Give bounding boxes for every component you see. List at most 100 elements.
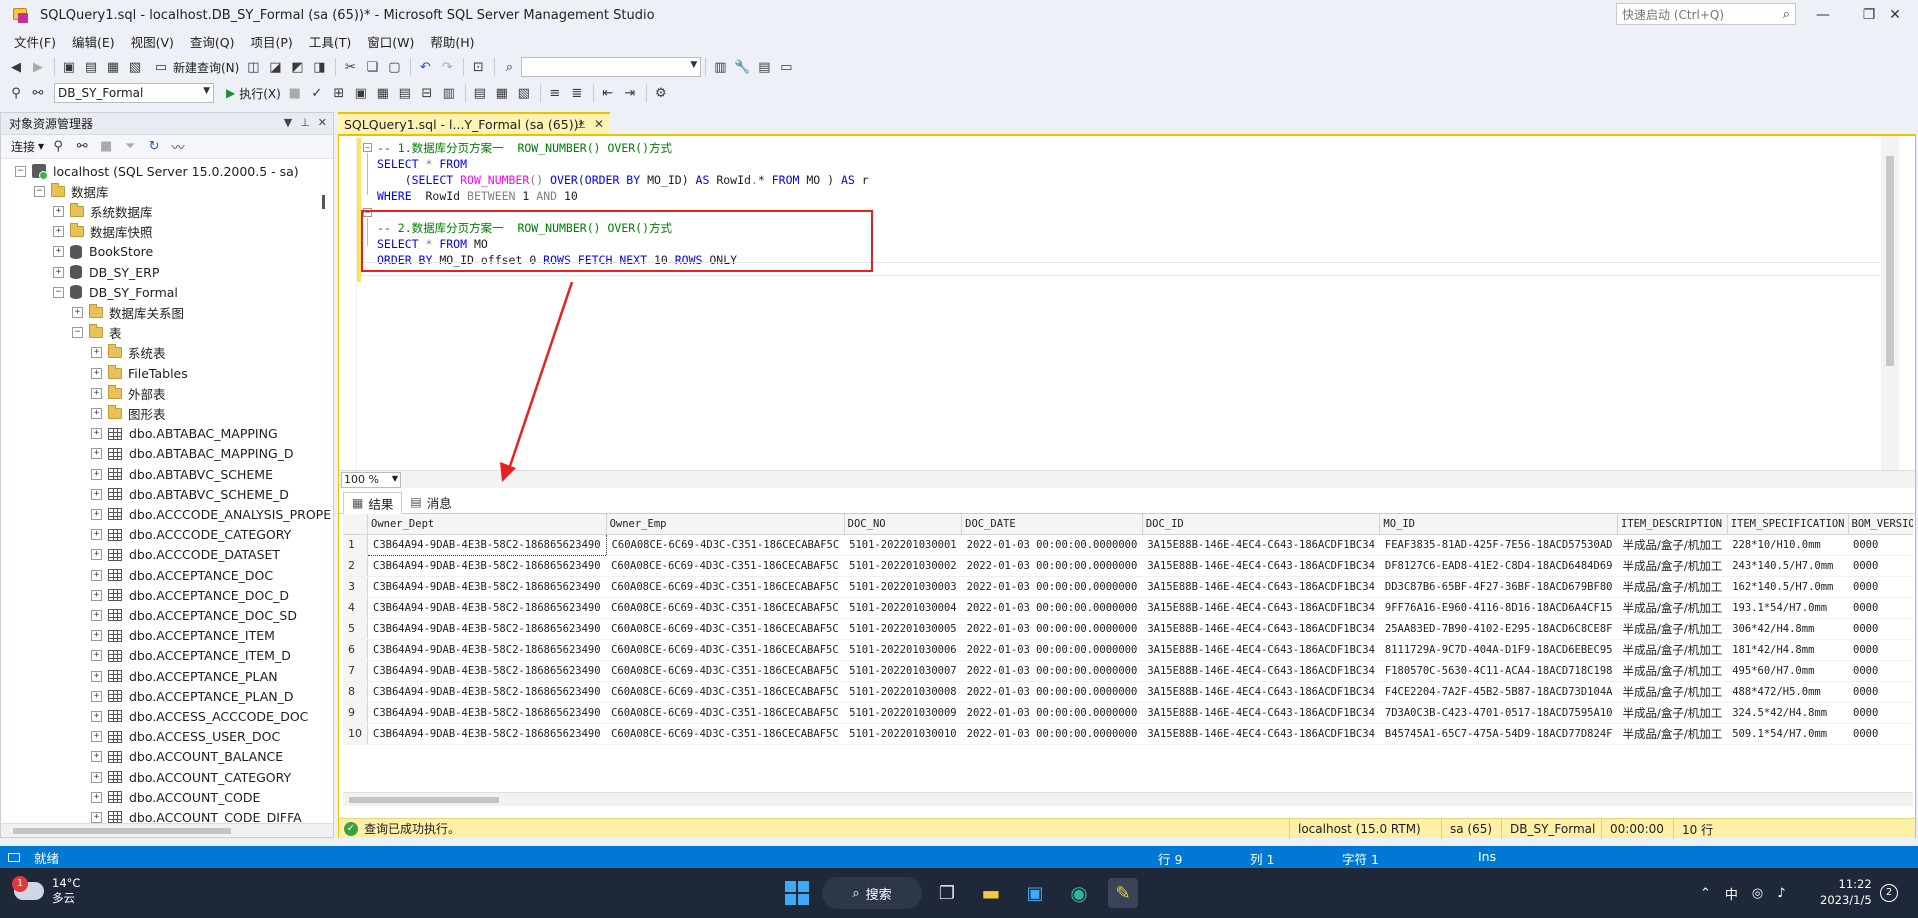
table-cell[interactable]: C3B64A94-9DAB-4E3B-58C2-186865623490 (367, 723, 607, 745)
menu-help[interactable]: 帮助(H) (422, 32, 482, 51)
table-cell[interactable]: 半成品/盒子/机加工 (1617, 534, 1728, 556)
table-cell[interactable]: 2022-01-03 00:00:00.0000000 (961, 681, 1143, 703)
pin-icon[interactable]: ⊥ (575, 117, 585, 131)
tree-node[interactable]: − DB_SY_Formal (53, 282, 178, 302)
menu-tools[interactable]: 工具(T) (301, 32, 359, 51)
tree-node[interactable]: + dbo.ACCEPTANCE_DOC (91, 565, 273, 585)
table-cell[interactable]: 0000 (1848, 534, 1913, 556)
tree-node[interactable]: + 数据库关系图 (72, 302, 184, 322)
table-cell[interactable]: F180570C-5630-4C11-ACA4-18ACD718C198 (1379, 660, 1618, 682)
close-button[interactable]: ✕ (1872, 0, 1918, 30)
row-number[interactable]: 8 (343, 681, 368, 703)
table-cell[interactable]: DD3C87B6-65BF-4F27-36BF-18ACD679BF80 (1379, 576, 1618, 598)
table-cell[interactable]: 3A15E88B-146E-4EC4-C643-186ACDF1BC34 (1142, 576, 1380, 598)
menu-window[interactable]: 窗口(W) (359, 32, 422, 51)
tree-node[interactable]: + dbo.ACCESS_ACCCODE_DOC (91, 706, 308, 726)
table-row[interactable]: 1 C3B64A94-9DAB-4E3B-58C2-186865623490 C60… (343, 533, 1913, 556)
table-cell[interactable]: 半成品/盒子/机加工 (1617, 660, 1728, 682)
disconnect-icon[interactable]: ⚯ (72, 137, 92, 157)
table-cell[interactable]: 半成品/盒子/机加工 (1617, 639, 1728, 661)
table-cell[interactable]: C3B64A94-9DAB-4E3B-58C2-186865623490 (367, 533, 607, 556)
table-cell[interactable]: 5101-202201030006 (844, 639, 962, 661)
tab-results[interactable]: ▦ 结果 (343, 492, 403, 514)
tree-node[interactable]: + dbo.ACCOUNT_BALANCE (91, 747, 283, 767)
table-cell[interactable]: C3B64A94-9DAB-4E3B-58C2-186865623490 (367, 555, 607, 577)
expand-icon[interactable]: + (91, 670, 102, 682)
expand-icon[interactable]: + (91, 569, 102, 581)
menu-view[interactable]: 视图(V) (123, 32, 182, 51)
expand-icon[interactable]: + (53, 266, 64, 278)
find-icon[interactable]: ⌕ (499, 57, 519, 77)
scrollbar-thumb[interactable] (13, 828, 231, 834)
table-cell[interactable]: 3A15E88B-146E-4EC4-C643-186ACDF1BC34 (1142, 597, 1380, 619)
expand-icon[interactable]: + (91, 468, 102, 480)
grid-horizontal-scrollbar[interactable] (343, 792, 1913, 806)
table-cell[interactable]: C3B64A94-9DAB-4E3B-58C2-186865623490 (367, 681, 607, 703)
column-header[interactable]: Owner_Emp (606, 514, 845, 535)
cut-icon[interactable]: ✂ (340, 57, 360, 77)
results-to-grid-icon[interactable]: ▦ (373, 83, 393, 103)
expand-icon[interactable]: + (91, 630, 102, 642)
expand-icon[interactable]: + (91, 589, 102, 601)
table-row[interactable]: 8 C3B64A94-9DAB-4E3B-58C2-186865623490 C60… (343, 681, 1913, 703)
scrollbar-thumb[interactable] (1886, 156, 1894, 366)
scrollbar-thumb[interactable] (349, 797, 499, 803)
table-cell[interactable]: C60A08CE-6C69-4D3C-C351-186CECABAF5C (606, 555, 845, 577)
expand-icon[interactable]: + (91, 529, 102, 541)
table-cell[interactable]: 半成品/盒子/机加工 (1617, 681, 1728, 703)
refresh-icon[interactable]: ↻ (144, 137, 164, 157)
back-icon[interactable]: ◀ (6, 57, 26, 77)
table-cell[interactable]: 9FF76A16-E960-4116-8D16-18ACD6A4CF15 (1379, 597, 1618, 619)
tree-node[interactable]: + dbo.ACCESS_USER_DOC (91, 727, 280, 747)
table-cell[interactable]: C60A08CE-6C69-4D3C-C351-186CECABAF5C (606, 702, 845, 724)
table-cell[interactable]: C3B64A94-9DAB-4E3B-58C2-186865623490 (367, 618, 607, 640)
activity-monitor-icon[interactable]: 〰 (168, 137, 188, 157)
table-row[interactable]: 3 C3B64A94-9DAB-4E3B-58C2-186865623490 C60… (343, 576, 1913, 598)
table-cell[interactable]: 5101-202201030009 (844, 702, 962, 724)
properties-icon[interactable]: 🔧 (732, 57, 752, 77)
table-cell[interactable]: C60A08CE-6C69-4D3C-C351-186CECABAF5C (606, 597, 845, 619)
connect-plug-icon[interactable]: ⚲ (48, 137, 68, 157)
table-cell[interactable]: 3A15E88B-146E-4EC4-C643-186ACDF1BC34 (1142, 639, 1380, 661)
table-cell[interactable]: 3A15E88B-146E-4EC4-C643-186ACDF1BC34 (1142, 618, 1380, 640)
table-row[interactable]: 9 C3B64A94-9DAB-4E3B-58C2-186865623490 C60… (343, 702, 1913, 724)
close-icon[interactable]: ✕ (594, 117, 604, 131)
table-cell[interactable]: 2022-01-03 00:00:00.0000000 (961, 576, 1143, 598)
tree-node[interactable]: + dbo.ACCEPTANCE_ITEM (91, 626, 275, 646)
results-grid[interactable]: Owner_Dept Owner_Emp DOC_NO DOC_DATE DOC_ID M… (343, 514, 1913, 792)
save-icon[interactable]: ▦ (103, 57, 123, 77)
column-header[interactable]: ITEM_DESCRIPTION (1617, 514, 1728, 535)
clock[interactable]: 11:22 2023/1/5 (1820, 876, 1872, 908)
table-cell[interactable]: 2022-01-03 00:00:00.0000000 (961, 702, 1143, 724)
expand-icon[interactable]: + (91, 488, 102, 500)
row-number[interactable]: 6 (343, 639, 368, 661)
table-cell[interactable]: 509.1*54/H7.0mm (1727, 723, 1849, 745)
sql-editor[interactable]: − − -- 1.数据库分页方案一 ROW_NUMBER() OVER()方式 … (339, 136, 1899, 470)
table-cell[interactable]: C60A08CE-6C69-4D3C-C351-186CECABAF5C (606, 660, 845, 682)
table-cell[interactable]: 162*140.5/H7.0mm (1727, 576, 1849, 598)
table-cell[interactable]: 5101-202201030004 (844, 597, 962, 619)
table-cell[interactable]: 25AA83ED-7B90-4102-E295-18ACD6C8CE8F (1379, 618, 1618, 640)
table-cell[interactable]: 0000 (1848, 597, 1913, 619)
start-button[interactable] (782, 878, 812, 908)
expand-icon[interactable]: + (91, 771, 102, 783)
table-cell[interactable]: 3A15E88B-146E-4EC4-C643-186ACDF1BC34 (1142, 660, 1380, 682)
column-header[interactable]: BOM_VERSIO (1848, 514, 1913, 535)
tree-vertical-scroll-thumb[interactable] (322, 195, 325, 209)
row-number[interactable]: 2 (343, 555, 368, 577)
column-header[interactable]: DOC_NO (844, 514, 963, 535)
tree-node[interactable]: + dbo.ACCEPTANCE_PLAN_D (91, 686, 294, 706)
tree-node[interactable]: + dbo.ACCCODE_ANALYSIS_PROPE (91, 504, 331, 524)
parse-icon[interactable]: ✓ (307, 83, 327, 103)
network-icon[interactable]: ◎ (1752, 886, 1763, 901)
table-cell[interactable]: C60A08CE-6C69-4D3C-C351-186CECABAF5C (606, 639, 845, 661)
connect-button[interactable]: 连接 ▼ (7, 137, 48, 157)
table-cell[interactable]: C60A08CE-6C69-4D3C-C351-186CECABAF5C (606, 618, 845, 640)
collapse-icon[interactable]: − (34, 185, 45, 197)
table-cell[interactable]: 0000 (1848, 618, 1913, 640)
table-cell[interactable]: 3A15E88B-146E-4EC4-C643-186ACDF1BC34 (1142, 723, 1380, 745)
table-row[interactable]: 2 C3B64A94-9DAB-4E3B-58C2-186865623490 C60… (343, 555, 1913, 577)
activity-monitor-icon[interactable]: ⊡ (468, 57, 488, 77)
tree-node[interactable]: + 系统数据库 (53, 201, 153, 221)
stop-icon[interactable]: ■ (285, 83, 305, 103)
